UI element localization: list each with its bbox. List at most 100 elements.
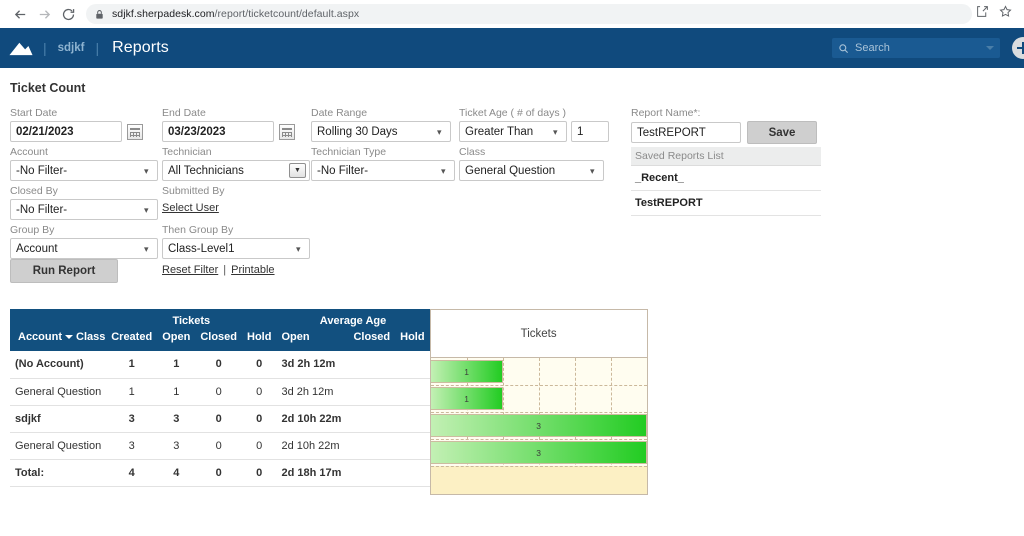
- chart-gridline-horizontal: [430, 412, 647, 413]
- table-row[interactable]: (No Account) 1 1 0 0 3d 2h 12m: [10, 351, 430, 379]
- then-group-by-value: Class-Level1: [168, 242, 235, 255]
- row-open: 1: [157, 351, 196, 379]
- submitted-by-field: Submitted By Select User: [162, 185, 224, 214]
- col-age-hold[interactable]: Hold: [395, 331, 430, 351]
- row-created: 4: [106, 459, 158, 487]
- class-select[interactable]: General Question ▾: [459, 160, 604, 181]
- account-select[interactable]: -No Filter- ▾: [10, 160, 158, 181]
- row-open: 3: [157, 432, 196, 460]
- reload-icon[interactable]: [56, 2, 80, 26]
- chevron-down-icon: ▾: [296, 243, 301, 254]
- closed-by-label: Closed By: [10, 185, 58, 197]
- class-field: Class General Question ▾: [459, 146, 604, 181]
- group-by-field: Group By Account ▾: [10, 224, 158, 259]
- ticket-count-table: Account Class Tickets Average Age Created…: [10, 309, 430, 487]
- date-range-select[interactable]: Rolling 30 Days ▾: [311, 121, 451, 142]
- report-name-input[interactable]: TestREPORT: [631, 122, 741, 143]
- col-closed[interactable]: Closed: [195, 331, 242, 351]
- select-user-link[interactable]: Select User: [162, 199, 224, 214]
- submitted-by-label: Submitted By: [162, 185, 225, 197]
- row-age-open: 2d 18h 17m: [276, 459, 349, 487]
- mountain-logo-icon[interactable]: [0, 40, 42, 57]
- chevron-down-icon: ▾: [144, 165, 149, 176]
- row-closed: 0: [195, 459, 242, 487]
- technician-dropdown-button[interactable]: ▼: [289, 163, 306, 178]
- col-created[interactable]: Created: [106, 331, 158, 351]
- save-button[interactable]: Save: [747, 121, 817, 144]
- then-group-by-select[interactable]: Class-Level1 ▾: [162, 238, 310, 259]
- run-report-button[interactable]: Run Report: [10, 259, 118, 283]
- header-right-group: Search: [832, 28, 1024, 68]
- share-icon[interactable]: [976, 5, 989, 23]
- chart-gridline-horizontal: [430, 439, 647, 440]
- row-closed: 0: [195, 351, 242, 379]
- row-closed: 0: [195, 432, 242, 460]
- url-text: sdjkf.sherpadesk.com/report/ticketcount/…: [112, 8, 359, 20]
- forward-icon[interactable]: [32, 2, 56, 26]
- saved-report-item-recent[interactable]: _Recent_: [631, 166, 821, 191]
- chevron-down-icon[interactable]: [986, 46, 994, 50]
- col-hold[interactable]: Hold: [242, 331, 277, 351]
- saved-report-item-testreport[interactable]: TestREPORT: [631, 191, 821, 216]
- lock-icon: [96, 9, 103, 19]
- col-age-closed[interactable]: Closed: [348, 331, 396, 351]
- ticket-age-operator-select[interactable]: Greater Than ▾: [459, 121, 567, 142]
- account-class-header[interactable]: Account Class: [10, 309, 107, 351]
- chart-bar-label: 1: [464, 393, 469, 404]
- col-open[interactable]: Open: [157, 331, 196, 351]
- row-age-open: 2d 10h 22m: [276, 432, 349, 460]
- row-total-label: Total:: [10, 459, 107, 487]
- chart-gridline-horizontal: [430, 466, 647, 467]
- page-body: Ticket Count Start Date 02/21/2023 End D…: [0, 68, 1024, 495]
- start-date-input[interactable]: 02/21/2023: [10, 121, 122, 142]
- row-hold: 0: [242, 432, 277, 460]
- row-class-name: General Question: [10, 378, 107, 406]
- technician-select[interactable]: All Technicians ▼: [162, 160, 310, 181]
- technician-type-field: Technician Type -No Filter- ▾: [311, 146, 455, 181]
- end-date-input[interactable]: 03/23/2023: [162, 121, 274, 142]
- sort-desc-icon[interactable]: [65, 335, 73, 339]
- header-account-link[interactable]: sdjkf: [48, 42, 95, 54]
- row-age-closed: [348, 405, 396, 433]
- chevron-down-icon: ▾: [441, 165, 446, 176]
- end-date-field: End Date 03/23/2023: [162, 107, 295, 142]
- col-age-open[interactable]: Open: [276, 331, 349, 351]
- plus-circle-icon[interactable]: [1012, 37, 1024, 59]
- date-range-field: Date Range Rolling 30 Days ▾: [311, 107, 451, 142]
- printable-link[interactable]: Printable: [231, 264, 274, 276]
- search-input[interactable]: Search: [832, 38, 1000, 58]
- calendar-icon-start[interactable]: [127, 123, 143, 140]
- chart-bar-label: 3: [536, 447, 541, 458]
- url-path: /report/ticketcount/default.aspx: [214, 8, 360, 20]
- row-closed: 0: [195, 405, 242, 433]
- back-icon[interactable]: [8, 2, 32, 26]
- omnibox-actions: [976, 5, 1016, 23]
- then-group-by-field: Then Group By Class-Level1 ▾: [162, 224, 310, 259]
- chart-bar-row: 3: [430, 439, 647, 466]
- table-row[interactable]: sdjkf 3 3 0 0 2d 10h 22m: [10, 405, 430, 433]
- group-by-select[interactable]: Account ▾: [10, 238, 158, 259]
- filter-panel: Start Date 02/21/2023 End Date 03/23/202…: [0, 107, 1024, 297]
- search-placeholder: Search: [855, 42, 890, 54]
- saved-reports-list-header: Saved Reports List: [631, 147, 821, 166]
- ticket-age-days-input[interactable]: 1: [571, 121, 609, 142]
- calendar-icon-end[interactable]: [279, 123, 295, 140]
- start-date-label: Start Date: [10, 107, 58, 119]
- star-icon[interactable]: [999, 5, 1012, 23]
- chart-bar-label: 1: [464, 366, 469, 377]
- ticket-age-label: Ticket Age ( # of days ): [459, 107, 566, 119]
- table-row[interactable]: General Question 3 3 0 0 2d 10h 22m: [10, 432, 430, 460]
- row-created: 3: [106, 432, 158, 460]
- technician-type-select[interactable]: -No Filter- ▾: [311, 160, 455, 181]
- chart-plot-area: 1 1 3 3: [430, 358, 647, 494]
- closed-by-select[interactable]: -No Filter- ▾: [10, 199, 158, 220]
- table-total-row: Total: 4 4 0 0 2d 18h 17m: [10, 459, 430, 487]
- technician-field: Technician All Technicians ▼: [162, 146, 310, 181]
- reset-filter-link[interactable]: Reset Filter: [162, 264, 218, 276]
- address-bar[interactable]: sdjkf.sherpadesk.com/report/ticketcount/…: [86, 4, 972, 24]
- table-row[interactable]: General Question 1 1 0 0 3d 2h 12m: [10, 378, 430, 406]
- technician-type-value: -No Filter-: [317, 164, 369, 177]
- chevron-down-icon: ▾: [590, 165, 595, 176]
- row-account-name: sdjkf: [10, 405, 107, 433]
- page-title-header: Reports: [112, 39, 169, 56]
